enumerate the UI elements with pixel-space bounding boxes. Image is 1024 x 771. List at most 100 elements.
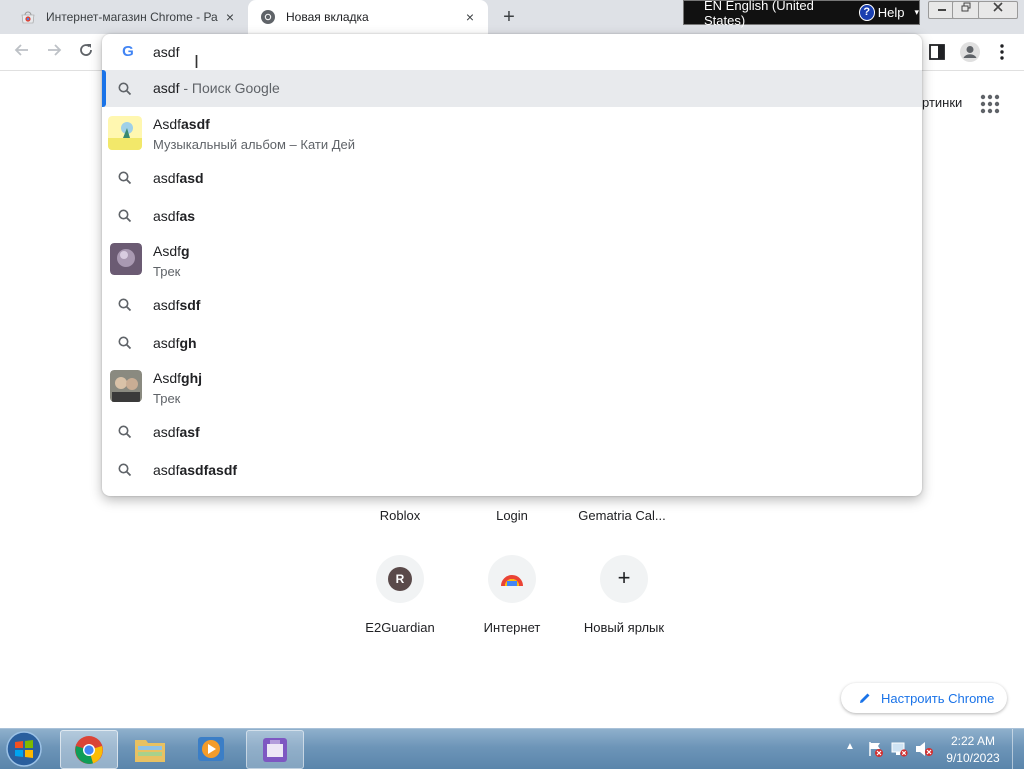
shortcut-initial-avatar: R [388, 567, 412, 591]
folder-icon [135, 740, 165, 762]
suggestion-subtitle: Трек [153, 264, 181, 279]
suggestion-title: Asdfghj [153, 370, 203, 386]
add-shortcut-label[interactable]: Новый ярлык [568, 620, 680, 635]
app-window-icon [263, 738, 287, 762]
suggestion-row[interactable]: asdfgh [102, 324, 922, 361]
help-icon[interactable]: ? [858, 4, 875, 21]
volume-muted-icon[interactable] [914, 740, 934, 758]
reload-icon [80, 44, 92, 56]
suggestion-text: asdfasdfasdf [153, 462, 238, 478]
language-indicator[interactable]: EN English (United States) [704, 0, 847, 28]
chrome-webstore-icon [21, 11, 35, 24]
menu-button[interactable] [995, 43, 1009, 61]
search-icon [118, 336, 132, 350]
address-bar-input[interactable]: asdf [153, 44, 179, 60]
side-panel-icon [929, 44, 945, 60]
suggestion-subtitle: Трек [153, 391, 181, 406]
windows-taskbar: ▲ 2:22 AM 9/10/2023 [0, 728, 1024, 769]
shortcut-e2guardian[interactable]: E2Guardian [344, 620, 456, 635]
suggestion-row[interactable]: Asdfasdf Музыкальный альбом – Кати Дей [102, 107, 922, 156]
shortcut-gematria[interactable]: Gematria Cal... [566, 508, 678, 523]
help-label[interactable]: Help [878, 5, 905, 20]
close-window-button[interactable] [978, 1, 1018, 19]
suggestion-row[interactable]: Asdfghj Трек [102, 361, 922, 410]
network-icon[interactable] [890, 740, 908, 758]
media-player-icon [198, 737, 224, 761]
reload-button[interactable] [76, 42, 96, 62]
suggestion-row[interactable]: asdf - Поиск Google [102, 70, 922, 107]
suggestion-text: asdfgh [153, 335, 197, 351]
back-button[interactable] [12, 42, 32, 62]
language-bar-options-icon[interactable]: ▾ [914, 7, 919, 18]
tab-title: Новая вкладка [286, 10, 369, 24]
add-shortcut-tile[interactable]: + [600, 555, 648, 603]
internet-favicon-icon [501, 575, 523, 587]
restore-icon [961, 2, 971, 12]
close-icon [993, 2, 1003, 12]
back-arrow-icon [14, 44, 28, 56]
suggestion-row[interactable]: asdfas [102, 197, 922, 234]
selection-indicator [102, 70, 106, 107]
omnibox-input-row[interactable]: G asdf I [102, 34, 922, 72]
customize-chrome-button[interactable]: Настроить Chrome [841, 683, 1007, 713]
add-shortcut-icon: + [617, 565, 631, 590]
clock-time[interactable]: 2:22 AM [940, 734, 1006, 748]
search-icon [118, 82, 132, 96]
suggestion-row[interactable]: asdfasf [102, 413, 922, 450]
suggestion-text: asdf - Поиск Google [153, 80, 280, 96]
tab-new-tab[interactable]: Новая вкладка × [248, 0, 488, 34]
clock-date[interactable]: 9/10/2023 [940, 751, 1006, 765]
language-bar[interactable]: EN English (United States) ? Help ▾ [683, 0, 920, 28]
search-icon [118, 171, 132, 185]
taskbar-explorer[interactable] [122, 730, 178, 767]
side-panel-button[interactable] [928, 43, 946, 61]
search-icon [118, 209, 132, 223]
more-vertical-icon [1000, 44, 1004, 60]
start-button[interactable] [4, 730, 44, 768]
show-desktop-button[interactable] [1012, 729, 1024, 769]
suggestion-title: Asdfg [153, 243, 190, 259]
action-center-flag-icon[interactable] [866, 740, 884, 758]
google-g-icon: G [122, 43, 134, 60]
chrome-icon [75, 736, 103, 764]
chrome-icon [261, 10, 275, 24]
taskbar-chrome[interactable] [60, 730, 118, 769]
shortcut-internet-tile[interactable] [488, 555, 536, 603]
omnibox-dropdown: G asdf I asdf - Поиск Google Asdfasdf Му… [102, 34, 922, 496]
search-icon [118, 298, 132, 312]
close-tab-icon[interactable]: × [222, 9, 238, 25]
suggestion-text: asdfasf [153, 424, 200, 440]
track-cover-image [110, 243, 142, 275]
suggestion-row[interactable]: Asdfg Трек [102, 234, 922, 283]
new-tab-button[interactable]: + [498, 6, 520, 28]
shortcut-roblox[interactable]: Roblox [344, 508, 456, 523]
forward-button[interactable] [44, 42, 64, 62]
search-icon [118, 425, 132, 439]
suggestion-row[interactable]: asdfasd [102, 159, 922, 196]
restore-button[interactable] [952, 1, 980, 19]
shortcut-internet[interactable]: Интернет [456, 620, 568, 635]
suggestion-text: asdfsdf [153, 297, 201, 313]
suggestion-row[interactable]: asdfsdf [102, 286, 922, 323]
tab-chrome-webstore[interactable]: Интернет-магазин Chrome - Рас × [8, 0, 248, 34]
show-hidden-icons-icon[interactable]: ▲ [845, 741, 855, 752]
apps-grid-icon [980, 94, 1000, 114]
forward-arrow-icon [48, 44, 62, 56]
suggestion-text: asdfas [153, 208, 196, 224]
google-apps-button[interactable] [980, 94, 1000, 114]
windows-start-icon [6, 731, 42, 767]
suggestion-row[interactable]: asdfasdfasdf [102, 451, 922, 488]
images-link[interactable]: ртинки [922, 95, 962, 110]
album-cover-image [108, 116, 142, 150]
suggestion-title: Asdfasdf [153, 116, 210, 132]
taskbar-app[interactable] [246, 730, 304, 769]
customize-label: Настроить Chrome [881, 690, 995, 706]
suggestion-text: asdfasd [153, 170, 204, 186]
profile-button[interactable] [959, 41, 981, 63]
shortcut-e2guardian-tile[interactable]: R [376, 555, 424, 603]
pencil-icon [860, 693, 870, 703]
taskbar-media-player[interactable] [184, 730, 240, 767]
close-tab-icon[interactable]: × [462, 9, 478, 25]
tab-title: Интернет-магазин Chrome - Рас [46, 10, 218, 24]
shortcut-login[interactable]: Login [456, 508, 568, 523]
